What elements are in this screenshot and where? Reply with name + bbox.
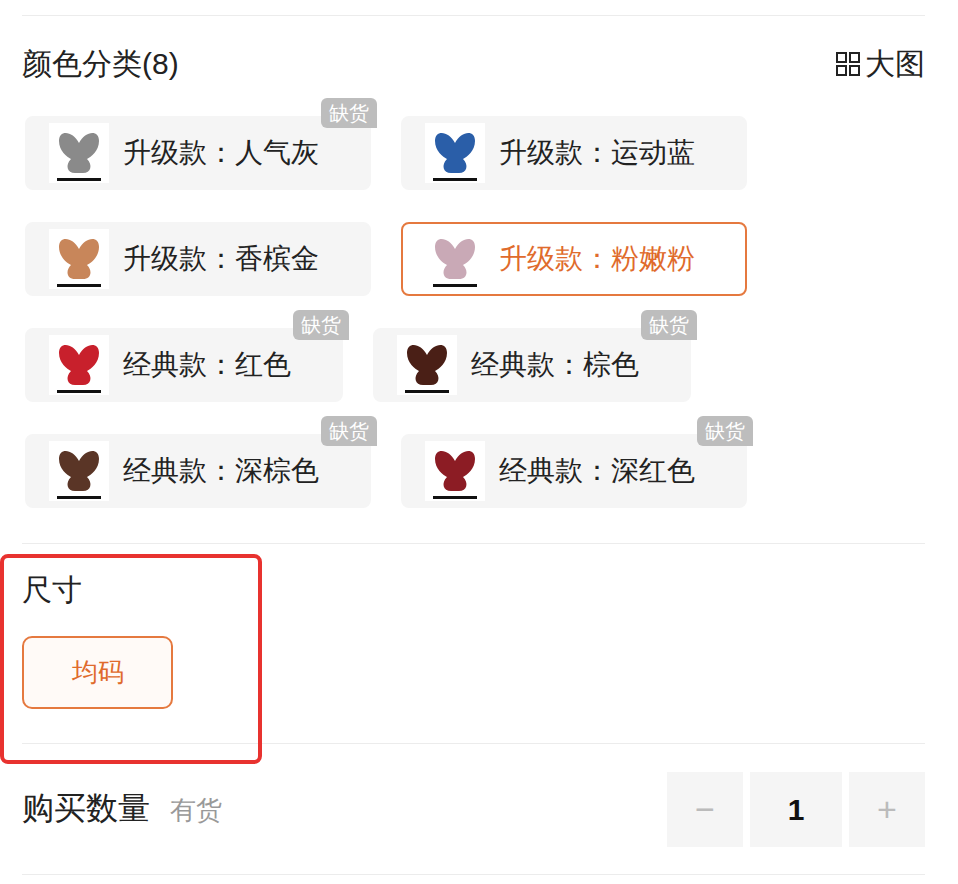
- view-large-label: 大图: [865, 46, 925, 82]
- out-of-stock-badge: 缺货: [697, 416, 753, 446]
- color-option[interactable]: 升级款：香槟金: [25, 222, 371, 296]
- size-options: 均码: [22, 608, 925, 709]
- divider: [22, 15, 925, 16]
- seat-cushion-icon: [397, 335, 457, 395]
- seat-cushion-icon: [49, 441, 109, 501]
- color-option[interactable]: 升级款：人气灰缺货: [25, 116, 371, 190]
- color-option[interactable]: 升级款：运动蓝: [401, 116, 747, 190]
- seat-cushion-icon: [425, 441, 485, 501]
- grid-icon: [835, 51, 861, 77]
- seat-cushion-icon: [425, 123, 485, 183]
- size-section: 尺寸均码: [22, 544, 925, 743]
- quantity-stepper: −1+: [667, 772, 925, 847]
- out-of-stock-badge: 缺货: [321, 416, 377, 446]
- seat-cushion-icon: [49, 123, 109, 183]
- color-option[interactable]: 经典款：红色缺货: [25, 328, 343, 402]
- highlight-box: [0, 554, 262, 764]
- color-option-label: 经典款：红色: [123, 344, 291, 386]
- quantity-label: 购买数量: [22, 789, 150, 827]
- increase-button[interactable]: +: [849, 772, 925, 847]
- color-option-label: 经典款：深棕色: [123, 450, 319, 492]
- size-title: 尺寸: [22, 572, 925, 608]
- quantity-value[interactable]: 1: [750, 772, 842, 847]
- color-header: 颜色分类(8) 大图: [22, 42, 925, 86]
- seat-cushion-icon: [425, 229, 485, 289]
- color-option-label: 经典款：深红色: [499, 450, 695, 492]
- color-option-label: 经典款：棕色: [471, 344, 639, 386]
- seat-cushion-icon: [49, 229, 109, 289]
- color-option-label: 升级款：香槟金: [123, 238, 319, 280]
- color-option[interactable]: 经典款：深红色缺货: [401, 434, 747, 508]
- color-option[interactable]: 升级款：粉嫩粉: [401, 222, 747, 296]
- size-option[interactable]: 均码: [22, 636, 173, 709]
- divider: [22, 874, 925, 875]
- stock-status: 有货: [170, 791, 222, 830]
- color-option[interactable]: 经典款：棕色缺货: [373, 328, 691, 402]
- color-option[interactable]: 经典款：深棕色缺货: [25, 434, 371, 508]
- quantity-info: 购买数量有货: [22, 789, 222, 830]
- out-of-stock-badge: 缺货: [293, 310, 349, 340]
- out-of-stock-badge: 缺货: [641, 310, 697, 340]
- out-of-stock-badge: 缺货: [321, 98, 377, 128]
- color-title: 颜色分类(8): [22, 46, 179, 82]
- divider: [22, 543, 925, 544]
- seat-cushion-icon: [49, 335, 109, 395]
- quantity-row: 购买数量有货 −1+: [22, 744, 925, 874]
- decrease-button[interactable]: −: [667, 772, 743, 847]
- view-large-button[interactable]: 大图: [835, 46, 925, 82]
- color-options: 升级款：人气灰缺货升级款：运动蓝升级款：香槟金升级款：粉嫩粉经典款：红色缺货经典…: [25, 116, 925, 508]
- color-option-label: 升级款：粉嫩粉: [499, 238, 695, 280]
- divider: [22, 743, 925, 744]
- color-option-label: 升级款：运动蓝: [499, 132, 695, 174]
- color-option-label: 升级款：人气灰: [123, 132, 319, 174]
